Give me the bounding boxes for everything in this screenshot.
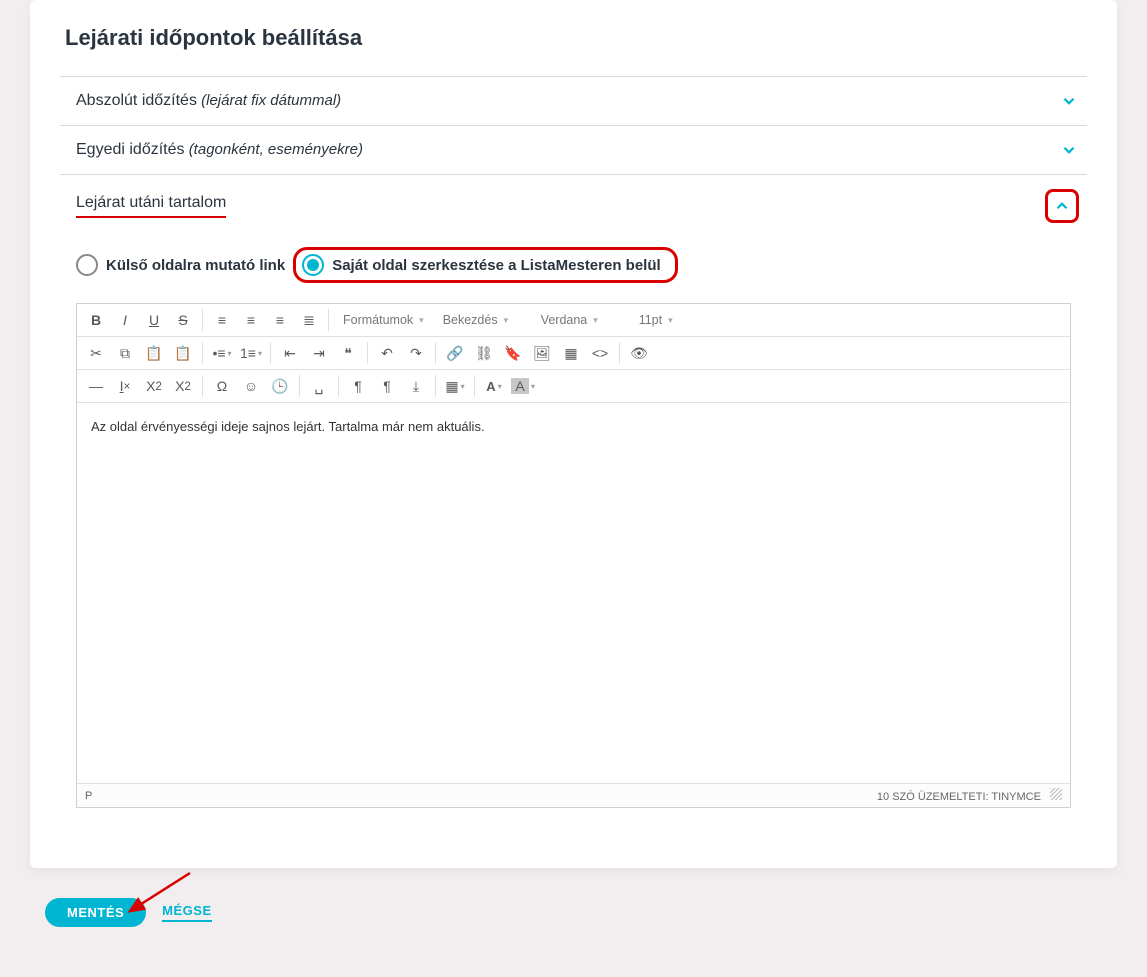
- editor-path: P: [85, 790, 92, 802]
- chevron-down-icon: [1059, 91, 1079, 111]
- radio-own-editor-highlight: Saját oldal szerkesztése a ListaMesteren…: [293, 247, 677, 283]
- strikethrough-icon[interactable]: S: [170, 308, 196, 332]
- radio-external-link[interactable]: Külső oldalra mutató link: [76, 254, 285, 276]
- align-center-icon[interactable]: ≡: [238, 308, 264, 332]
- table-icon[interactable]: ▦: [442, 374, 468, 398]
- text-color-icon[interactable]: A: [481, 374, 507, 398]
- cancel-button[interactable]: MÉGSE: [162, 903, 211, 922]
- radio-label: Külső oldalra mutató link: [106, 257, 285, 274]
- bold-icon[interactable]: B: [83, 308, 109, 332]
- unlink-icon[interactable]: ⛓: [471, 341, 497, 365]
- accordion-label: Lejárat utáni tartalom: [76, 194, 226, 211]
- page-title: Lejárati időpontok beállítása: [65, 25, 1087, 51]
- special-char-icon[interactable]: Ω: [209, 374, 235, 398]
- indent-icon[interactable]: ⇥: [306, 341, 332, 365]
- cut-icon[interactable]: ✂: [83, 341, 109, 365]
- align-left-icon[interactable]: ≡: [209, 308, 235, 332]
- italic-icon[interactable]: I: [112, 308, 138, 332]
- underline-icon[interactable]: U: [141, 308, 167, 332]
- outdent-icon[interactable]: ⇤: [277, 341, 303, 365]
- ltr-icon[interactable]: ¶: [345, 374, 371, 398]
- nbsp-icon[interactable]: ␣: [306, 374, 332, 398]
- font-family-select[interactable]: Verdana▾: [533, 308, 628, 332]
- subscript-icon[interactable]: X2: [141, 374, 167, 398]
- rich-text-editor: B I U S ≡ ≡ ≡ ≣ Formátumok▾ Bekezdés▾ Ve…: [76, 303, 1071, 808]
- editor-wordcount: 10 SZÓ ÜZEMELTETI: TINYMCE: [877, 791, 1041, 803]
- chevron-up-icon: [1045, 189, 1079, 223]
- chevron-down-icon: [1059, 140, 1079, 160]
- remove-format-icon[interactable]: I×: [112, 374, 138, 398]
- bg-color-icon[interactable]: A: [510, 374, 536, 398]
- hr-icon[interactable]: —: [83, 374, 109, 398]
- radio-label: Saját oldal szerkesztése a ListaMesteren…: [332, 257, 660, 274]
- accordion-note: (tagonként, eseményekre): [189, 141, 363, 158]
- toolbar-row-3: — I× X2 X2 Ω ☺ 🕒 ␣ ¶ ¶ ⤓ ▦ A A: [77, 370, 1070, 403]
- superscript-icon[interactable]: X2: [170, 374, 196, 398]
- actions-bar: MENTÉS MÉGSE: [0, 868, 1147, 927]
- font-size-select[interactable]: 11pt▾: [631, 308, 716, 332]
- align-right-icon[interactable]: ≡: [267, 308, 293, 332]
- bookmark-icon[interactable]: 🔖: [500, 341, 526, 365]
- settings-card: Lejárati időpontok beállítása Abszolút i…: [30, 0, 1117, 868]
- link-icon[interactable]: 🔗: [442, 341, 468, 365]
- save-button[interactable]: MENTÉS: [45, 898, 146, 927]
- toolbar-row-2: ✂ ⧉ 📋 📋 •≡ 1≡ ⇤ ⇥ ❝ ↶ ↷ 🔗 ⛓ 🔖 🖼 ▦: [77, 337, 1070, 370]
- accordion-postexpiry-header[interactable]: Lejárat utáni tartalom: [60, 175, 1087, 237]
- code-icon[interactable]: <>: [587, 341, 613, 365]
- accordion-postexpiry: Lejárat utáni tartalom Külső oldalra mut…: [60, 175, 1087, 808]
- accordion-label: Egyedi időzítés: [76, 141, 185, 158]
- paste-icon[interactable]: 📋: [141, 341, 167, 365]
- preview-icon[interactable]: 👁: [626, 341, 652, 365]
- content-mode-radios: Külső oldalra mutató link Saját oldal sz…: [60, 237, 1087, 303]
- formats-select[interactable]: Formátumok▾: [335, 308, 432, 332]
- bullet-list-icon[interactable]: •≡: [209, 341, 235, 365]
- editor-statusbar: P 10 SZÓ ÜZEMELTETI: TINYMCE: [77, 783, 1070, 807]
- image-icon[interactable]: 🖼: [529, 341, 555, 365]
- copy-icon[interactable]: ⧉: [112, 341, 138, 365]
- pagebreak-icon[interactable]: ⤓: [403, 374, 429, 398]
- accordion-absolute[interactable]: Abszolút időzítés (lejárat fix dátummal): [60, 76, 1087, 126]
- resize-handle-icon[interactable]: [1050, 788, 1062, 800]
- accordion-note: (lejárat fix dátummal): [201, 92, 341, 109]
- accordion-individual[interactable]: Egyedi időzítés (tagonként, eseményekre): [60, 126, 1087, 175]
- rtl-icon[interactable]: ¶: [374, 374, 400, 398]
- editor-content[interactable]: Az oldal érvényességi ideje sajnos lejár…: [77, 403, 1070, 783]
- block-select[interactable]: Bekezdés▾: [435, 308, 530, 332]
- datetime-icon[interactable]: 🕒: [267, 374, 293, 398]
- undo-icon[interactable]: ↶: [374, 341, 400, 365]
- paste-text-icon[interactable]: 📋: [170, 341, 196, 365]
- accordion-label: Abszolút időzítés: [76, 92, 197, 109]
- emoji-icon[interactable]: ☺: [238, 374, 264, 398]
- align-justify-icon[interactable]: ≣: [296, 308, 322, 332]
- toolbar-row-1: B I U S ≡ ≡ ≡ ≣ Formátumok▾ Bekezdés▾ Ve…: [77, 304, 1070, 337]
- number-list-icon[interactable]: 1≡: [238, 341, 264, 365]
- blockquote-icon[interactable]: ❝: [335, 341, 361, 365]
- redo-icon[interactable]: ↷: [403, 341, 429, 365]
- radio-own-editor[interactable]: Saját oldal szerkesztése a ListaMesteren…: [302, 254, 660, 276]
- media-icon[interactable]: ▦: [558, 341, 584, 365]
